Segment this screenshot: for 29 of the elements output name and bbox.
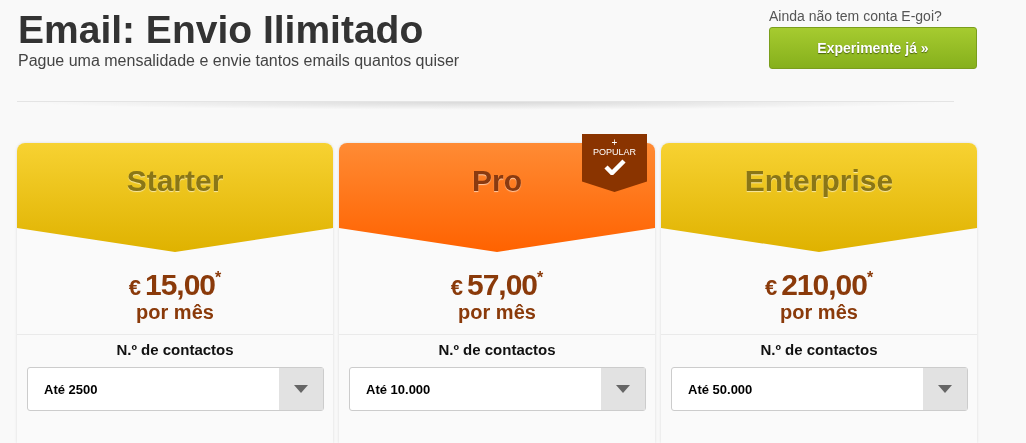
plan-name: Pro — [472, 163, 522, 199]
billing-period: por mês — [136, 301, 214, 323]
contacts-select[interactable]: Até 50.000 — [671, 367, 968, 411]
page-subtitle: Pague uma mensalidade e envie tantos emails quantos quiser — [18, 52, 460, 70]
contacts-label: N.º de contactos — [760, 341, 878, 358]
billing-period: por mês — [780, 301, 858, 323]
dropdown-arrow-icon — [294, 385, 308, 393]
dropdown-arrow-icon — [616, 385, 630, 393]
billing-period: por mês — [458, 301, 536, 323]
contacts-label: N.º de contactos — [438, 341, 556, 358]
contacts-label: N.º de contactos — [116, 341, 234, 358]
plan-name: Starter — [126, 163, 224, 199]
plan-price: 210,00 — [781, 269, 867, 301]
dropdown-arrow-icon — [938, 385, 952, 393]
checkmark-icon — [603, 158, 626, 175]
currency-symbol: € — [450, 275, 463, 301]
plan-price: 15,00 — [144, 269, 216, 301]
plan-name: Enterprise — [744, 163, 894, 199]
currency-symbol: € — [764, 275, 778, 301]
popular-badge: + POPULAR — [582, 134, 647, 192]
page-title: Email: Envio Ilimitado — [18, 10, 425, 50]
plan-price: 57,00 — [466, 269, 538, 301]
footnote-mark: * — [537, 269, 544, 286]
footnote-mark: * — [866, 269, 874, 286]
contacts-select[interactable]: Até 2500 — [27, 367, 324, 411]
footnote-mark: * — [215, 269, 222, 286]
currency-symbol: € — [128, 275, 141, 301]
contacts-select[interactable]: Até 10.000 — [349, 367, 646, 411]
signup-prompt: Ainda não tem conta E-goi? — [769, 8, 942, 24]
